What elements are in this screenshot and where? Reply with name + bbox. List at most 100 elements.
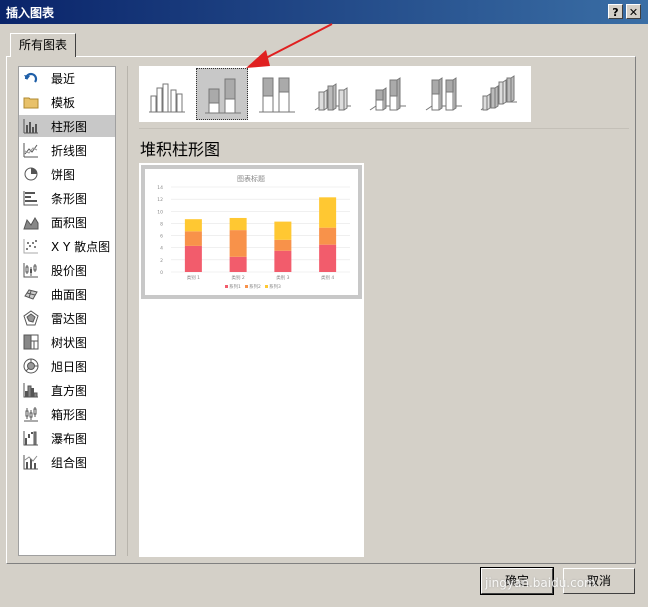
annotation-arrow <box>246 23 333 68</box>
subtype-3d-stacked-column[interactable] <box>362 68 414 120</box>
sidebar-item-column[interactable]: 柱形图 <box>19 115 115 137</box>
sidebar-item-waterfall[interactable]: 瀑布图 <box>19 427 115 449</box>
sidebar-item-surface[interactable]: 曲面图 <box>19 283 115 305</box>
sidebar-item-label: 树状图 <box>51 336 88 350</box>
legend-label: 系列1 <box>229 283 241 290</box>
y-tick-label: 2 <box>160 258 163 264</box>
bar-segment <box>184 219 202 232</box>
sidebar-item-label: 直方图 <box>51 384 88 398</box>
3d-100-stacked-column-icon <box>425 77 462 111</box>
column-chart-icon <box>23 119 38 134</box>
stock-chart-icon <box>23 263 38 278</box>
sidebar-item-label: 曲面图 <box>51 288 88 302</box>
undo-arrow-icon <box>24 72 38 83</box>
chart-preview: 图表标题 0 2 4 6 8 10 12 14 类别 1 类别 2 类别 3 类别 4 系列1 系列2 系列… <box>145 169 358 295</box>
y-tick-label: 8 <box>160 221 163 227</box>
sunburst-chart-icon <box>23 358 39 374</box>
surface-chart-icon <box>24 289 38 300</box>
stacked-column-icon <box>205 78 241 114</box>
sidebar-item-label: 面积图 <box>51 216 88 230</box>
sidebar-item-label: 雷达图 <box>51 312 88 326</box>
chart-type-list: 最近 模板 柱形图 折线图 饼图 条形图 面积图 X Y 散点图 股价图 曲面图… <box>18 66 116 556</box>
box-whisker-chart-icon <box>24 407 38 422</box>
sidebar-item-radar[interactable]: 雷达图 <box>19 307 115 329</box>
y-tick-label: 10 <box>157 209 163 215</box>
subtype-100-stacked-column[interactable] <box>251 68 303 120</box>
x-tick-label: 类别 2 <box>231 274 244 281</box>
sidebar-item-histogram[interactable]: 直方图 <box>19 379 115 401</box>
sidebar-item-box-whisker[interactable]: 箱形图 <box>19 403 115 425</box>
sidebar-item-area[interactable]: 面积图 <box>19 211 115 233</box>
x-tick-label: 类别 4 <box>321 274 334 281</box>
bar-segment <box>229 256 247 272</box>
y-tick-label: 14 <box>157 185 163 191</box>
sidebar-item-treemap[interactable]: 树状图 <box>19 331 115 353</box>
close-button[interactable]: ✕ <box>626 4 641 19</box>
chart-subtype-heading: 堆积柱形图 <box>140 140 221 159</box>
y-tick-label: 12 <box>157 197 163 203</box>
sidebar-item-label: 组合图 <box>51 456 88 470</box>
bar-segment <box>274 250 292 272</box>
legend-label: 系列3 <box>269 283 281 290</box>
bar-segment <box>319 197 337 228</box>
bar-segment <box>229 230 247 257</box>
sidebar-item-bar[interactable]: 条形图 <box>19 187 115 209</box>
sidebar-item-label: 条形图 <box>51 192 88 206</box>
subtype-3d-column[interactable] <box>473 68 525 120</box>
sidebar-item-label: 柱形图 <box>51 120 88 134</box>
annotation-arrow-line <box>261 23 333 61</box>
y-tick-label: 6 <box>160 234 163 240</box>
bar-segment <box>319 227 337 245</box>
watermark: jingyan.baidu.com <box>485 576 596 590</box>
folder-icon <box>23 97 39 109</box>
y-tick-label: 4 <box>160 246 163 252</box>
sidebar-item-recent[interactable]: 最近 <box>19 67 115 89</box>
sidebar-item-templates[interactable]: 模板 <box>19 91 115 113</box>
waterfall-chart-icon <box>23 431 38 446</box>
3d-stacked-column-icon <box>369 77 406 111</box>
subtype-3d-clustered-column[interactable] <box>307 68 359 120</box>
x-tick-label: 类别 3 <box>276 274 289 281</box>
sidebar-item-sunburst[interactable]: 旭日图 <box>19 355 115 377</box>
subtype-stacked-column[interactable] <box>196 68 248 120</box>
chart-subtype-bar <box>139 66 531 122</box>
bar-segment <box>274 239 292 251</box>
3d-column-icon <box>480 75 517 111</box>
stacked-column-chart: 图表标题 0 2 4 6 8 10 12 14 类别 1 类别 2 类别 3 类别 4 系列1 系列2 系列… <box>157 174 350 290</box>
legend-label: 系列2 <box>249 283 261 290</box>
legend-swatch <box>225 285 228 288</box>
bar-segment <box>319 244 337 272</box>
sidebar-item-label: X Y 散点图 <box>51 240 111 254</box>
sidebar-item-label: 股价图 <box>51 264 88 278</box>
window-title: 插入图表 <box>6 6 55 20</box>
subtype-clustered-column[interactable] <box>141 68 193 120</box>
subtype-3d-100-stacked-column[interactable] <box>418 68 470 120</box>
sidebar-item-label: 箱形图 <box>51 408 88 422</box>
bar-segment <box>229 217 247 231</box>
sidebar-item-label: 折线图 <box>51 144 88 158</box>
sidebar-item-stock[interactable]: 股价图 <box>19 259 115 281</box>
combo-chart-icon <box>23 455 38 470</box>
bar-segment <box>274 221 292 240</box>
sidebar-item-pie[interactable]: 饼图 <box>19 163 115 185</box>
histogram-chart-icon <box>23 383 38 398</box>
sidebar-item-combo[interactable]: 组合图 <box>19 451 115 473</box>
pane-divider <box>127 66 128 556</box>
help-button[interactable]: ? <box>608 4 623 19</box>
bar-chart-icon <box>23 191 38 206</box>
sidebar-item-scatter[interactable]: X Y 散点图 <box>19 235 115 257</box>
treemap-chart-icon <box>23 334 39 350</box>
pie-chart-icon <box>24 167 38 181</box>
area-chart-icon <box>23 217 39 230</box>
100-stacked-column-icon <box>259 77 295 113</box>
3d-clustered-column-icon <box>314 83 351 111</box>
y-tick-label: 0 <box>160 270 163 276</box>
x-tick-label: 类别 1 <box>187 274 200 281</box>
sidebar-item-line[interactable]: 折线图 <box>19 139 115 161</box>
line-chart-icon <box>23 143 38 158</box>
scatter-chart-icon <box>23 239 38 254</box>
sidebar-item-label: 旭日图 <box>51 360 88 374</box>
annotation-arrow-head <box>246 50 270 68</box>
tab-all-charts[interactable]: 所有图表 <box>10 33 76 57</box>
sidebar-item-label: 模板 <box>51 96 76 110</box>
